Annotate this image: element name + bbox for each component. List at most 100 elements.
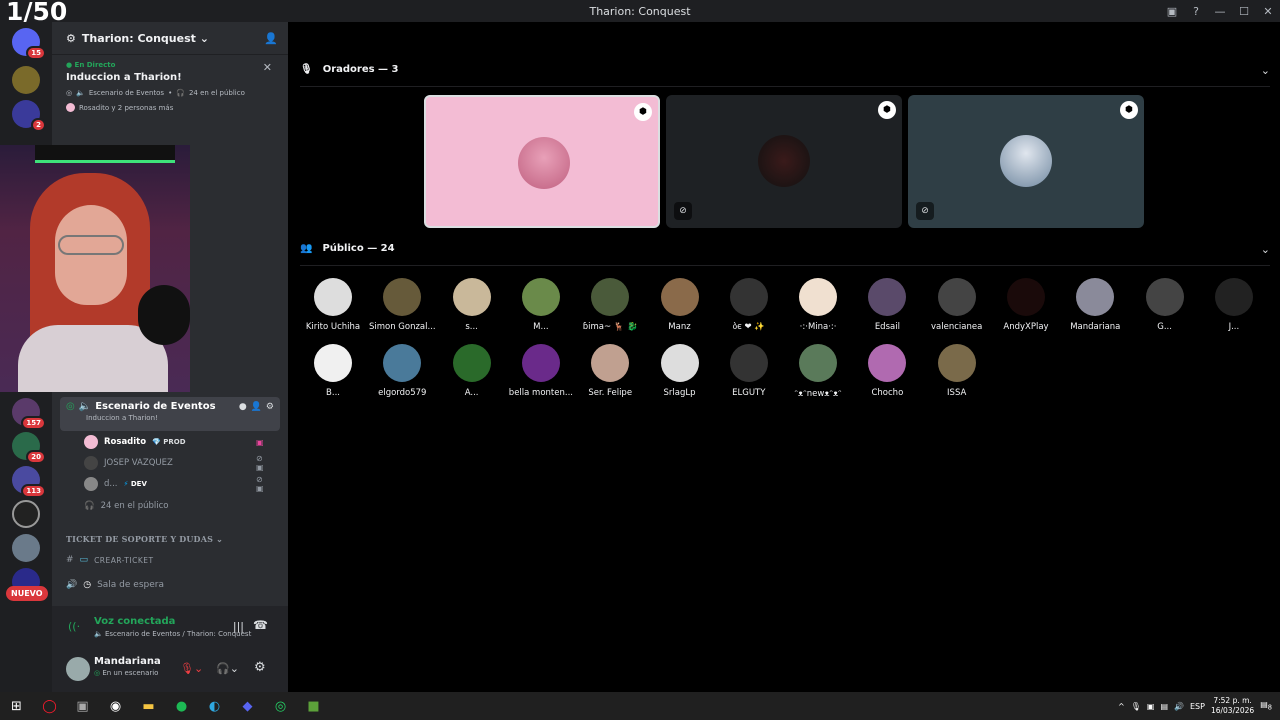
soundboard-icon[interactable]: ||| (233, 620, 244, 633)
voice-location[interactable]: 🔈 Escenario de Eventos / Tharion: Conque… (94, 630, 251, 638)
channel-sala-de-espera[interactable]: 🔊 ◷ Sala de espera (66, 576, 164, 594)
avatar (383, 278, 422, 316)
server-icon[interactable] (12, 66, 40, 94)
stage-view: 🎙 Oradores — 3 ⌄ ⬢ ⬢ ⊘ ⬢ ⊘ 👥 Público — 2… (288, 22, 1280, 692)
avatar (452, 344, 491, 382)
audience-member[interactable]: Manz (645, 278, 715, 332)
mic-muted-icon[interactable]: 🎙⌄ (180, 662, 203, 675)
audience-member[interactable]: ISSA (922, 344, 992, 398)
audience-member[interactable]: Mandariana (1060, 278, 1130, 332)
network-icon[interactable]: ▤ (1160, 702, 1168, 711)
stage-member[interactable]: d... ⚡ DEV ⊘ ▣ (84, 475, 264, 493)
notification-icon[interactable]: ▤8 (1260, 700, 1272, 712)
audience-member-name: ELGUTY (732, 388, 766, 398)
guild-header[interactable]: ⚙ Tharion: Conquest ⌄ 👤 (52, 22, 288, 55)
clock[interactable]: 7:52 p. m. 16/03/2026 (1211, 696, 1254, 716)
audience-member[interactable]: valencianea (922, 278, 992, 332)
opera-icon[interactable]: ◯ (33, 692, 66, 720)
stage-channel[interactable]: ◎ 🔈 Escenario de Eventos Induccion a Tha… (60, 397, 280, 431)
discord-icon[interactable]: ◆ (231, 692, 264, 720)
audience-member[interactable]: ELGUTY (714, 344, 784, 398)
add-member-icon[interactable]: 👤 (264, 32, 278, 45)
minimize-button[interactable]: — (1208, 5, 1232, 18)
channel-crear-ticket[interactable]: # ▭ CREAR-TICKET (66, 551, 154, 569)
mic-icon[interactable]: 🎙 (1131, 702, 1141, 711)
edge-icon[interactable]: ◐ (198, 692, 231, 720)
spotify-icon[interactable]: ● (165, 692, 198, 720)
divider (300, 265, 1270, 266)
audience-member[interactable]: Chocho (852, 344, 922, 398)
signal-icon: ((· (68, 620, 81, 633)
headphones-icon[interactable]: 🎧⌄ (216, 662, 239, 675)
speakers-header[interactable]: 🎙 Oradores — 3 (300, 64, 399, 75)
app-icon[interactable]: ▣ (66, 692, 99, 720)
server-icon[interactable]: 113 (12, 466, 46, 498)
speaker-tile[interactable]: ⬢ (424, 95, 660, 228)
audience-member[interactable]: ᵔᴥᵔnewᴥᵔᴥᵔ (783, 344, 853, 399)
user-name[interactable]: Mandariana (94, 656, 161, 667)
avatar (937, 344, 976, 382)
folder-icon[interactable]: ▬ (132, 692, 165, 720)
close-button[interactable]: ✕ (1256, 5, 1280, 18)
stage-member[interactable]: Rosadito 💎 PROD ▣ (84, 433, 264, 451)
audience-member[interactable]: Simon Gonzal... (367, 278, 437, 332)
live-title: Induccion a Tharion! (66, 72, 182, 83)
audience-member[interactable]: A... (437, 344, 507, 398)
audience-member[interactable]: B... (298, 344, 368, 398)
whatsapp-icon[interactable]: ◎ (264, 692, 297, 720)
close-icon[interactable]: ✕ (263, 61, 272, 74)
windows-start-icon[interactable]: ⊞ (0, 692, 33, 720)
screen-icon[interactable]: ▣ (1160, 5, 1184, 18)
avatar[interactable] (66, 657, 90, 681)
chat-icon[interactable]: ● (239, 402, 247, 412)
audience-member-name: bella monten... (508, 388, 573, 398)
audience-member[interactable]: elgordo579 (367, 344, 437, 398)
server-icon[interactable]: 2 (12, 100, 46, 132)
audience-member[interactable]: Edsail (852, 278, 922, 332)
stage-audience-count[interactable]: 🎧 24 en el público (84, 497, 169, 515)
speaker-tile[interactable]: ⬢ ⊘ (908, 95, 1144, 228)
audience-member[interactable]: s... (437, 278, 507, 332)
maximize-button[interactable]: ☐ (1232, 5, 1256, 18)
obs-icon[interactable]: ◉ (99, 692, 132, 720)
audience-member[interactable]: J... (1199, 278, 1269, 332)
chevron-up-icon[interactable]: ^ (1118, 702, 1125, 711)
audience-member[interactable]: ბє ❤ ✨ (714, 278, 784, 332)
volume-icon[interactable]: 🔊 (1174, 702, 1184, 711)
audience-member[interactable]: Kirito Uchiha (298, 278, 368, 332)
speaker-tile[interactable]: ⬢ ⊘ (666, 95, 902, 228)
new-badge[interactable]: NUEVO (6, 586, 48, 601)
audience-header[interactable]: 👥 Público — 24 (300, 243, 395, 254)
stage-member[interactable]: JOSEP VAZQUEZ ⊘ ▣ (84, 454, 264, 472)
audience-member[interactable]: bella monten... (506, 344, 576, 398)
audience-member[interactable]: ɓima~ 🦌 🐉 (575, 278, 645, 332)
server-icon[interactable] (12, 500, 40, 528)
home-icon[interactable]: 15 (12, 28, 46, 60)
avatar (799, 344, 838, 382)
live-stage-line: ◎ 🔈 Escenario de Eventos • 🎧 24 en el pú… (66, 89, 245, 97)
webcam-face (55, 205, 127, 305)
audience-member[interactable]: M... (506, 278, 576, 332)
chevron-down-icon[interactable]: ⌄ (1261, 64, 1270, 77)
audience-member[interactable]: AndyXPlay (991, 278, 1061, 332)
disconnect-icon[interactable]: ☎ (253, 618, 268, 632)
invite-icon[interactable]: 👤 (251, 402, 262, 412)
server-icon[interactable]: 20 (12, 432, 46, 464)
audience-member[interactable]: ·:·Mina·:· (783, 278, 853, 332)
audience-member[interactable]: SrlagLp (645, 344, 715, 398)
minecraft-icon[interactable]: ■ (297, 692, 330, 720)
server-icon[interactable] (12, 534, 40, 562)
category-header[interactable]: TICKET DE SOPORTE Y DUDAS ⌄ (66, 534, 223, 544)
settings-icon[interactable]: ⚙ (254, 660, 266, 675)
chevron-down-icon[interactable]: ⌄ (1261, 243, 1270, 256)
live-event-card[interactable]: ● En Directo Induccion a Tharion! ◎ 🔈 Es… (52, 55, 288, 129)
role-tag: 💎 PROD (152, 438, 186, 446)
voice-status[interactable]: Voz conectada (94, 616, 175, 627)
audience-member[interactable]: G... (1130, 278, 1200, 332)
settings-icon[interactable]: ⚙ (266, 402, 274, 412)
server-icon[interactable]: 157 (12, 398, 46, 430)
language-indicator[interactable]: ESP (1190, 702, 1205, 711)
help-icon[interactable]: ? (1184, 5, 1208, 18)
audience-member[interactable]: Ser. Felipe (575, 344, 645, 398)
app-tray-icon[interactable]: ▣ (1147, 702, 1155, 711)
